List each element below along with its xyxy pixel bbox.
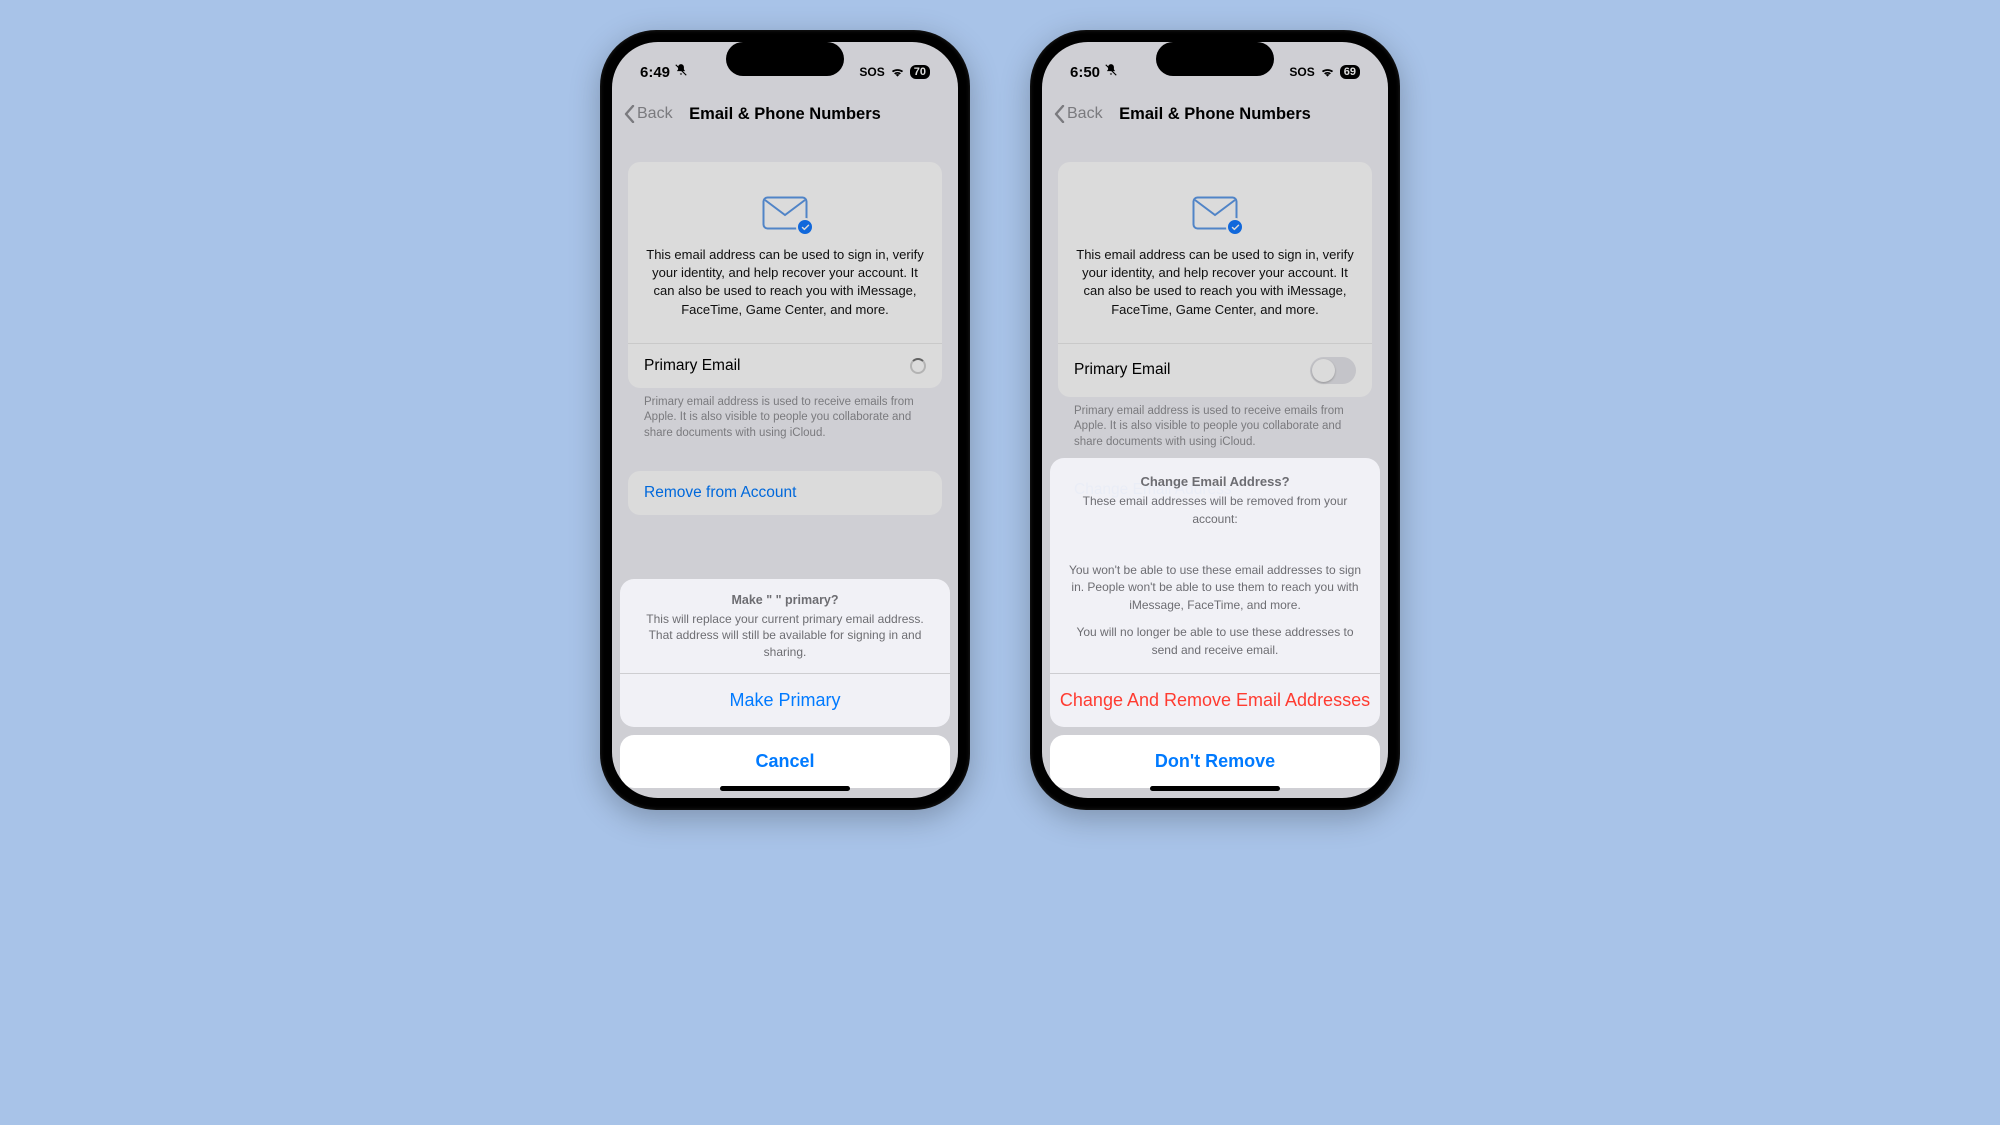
sheet-message: This will replace your current primary e… (638, 611, 932, 661)
home-indicator[interactable] (720, 786, 850, 791)
home-indicator[interactable] (1150, 786, 1280, 791)
change-and-remove-button[interactable]: Change And Remove Email Addresses (1050, 674, 1380, 727)
screen: 6:49 SOS 70 Back Email & Phone Numbers (612, 42, 958, 798)
dont-remove-button[interactable]: Don't Remove (1050, 735, 1380, 788)
alert-message-1: These email addresses will be removed fr… (1068, 493, 1362, 528)
dynamic-island (1156, 42, 1274, 76)
sheet-title: Make " " primary? (638, 593, 932, 607)
phone-frame-right: 6:50 SOS 69 Back Email & Phone Numbers (1030, 30, 1400, 810)
alert-container: Change Email Address? These email addres… (1042, 42, 1388, 798)
alert-message-3: You will no longer be able to use these … (1068, 624, 1362, 659)
action-sheet-container: Make " " primary? This will replace your… (612, 42, 958, 798)
cancel-button[interactable]: Cancel (620, 735, 950, 788)
action-sheet: Make " " primary? This will replace your… (620, 579, 950, 727)
alert-title: Change Email Address? (1068, 474, 1362, 489)
dynamic-island (726, 42, 844, 76)
redacted-emails (1068, 538, 1362, 552)
alert: Change Email Address? These email addres… (1050, 458, 1380, 727)
screen: 6:50 SOS 69 Back Email & Phone Numbers (1042, 42, 1388, 798)
make-primary-button[interactable]: Make Primary (620, 674, 950, 727)
alert-message-2: You won't be able to use these email add… (1068, 562, 1362, 614)
phone-frame-left: 6:49 SOS 70 Back Email & Phone Numbers (600, 30, 970, 810)
